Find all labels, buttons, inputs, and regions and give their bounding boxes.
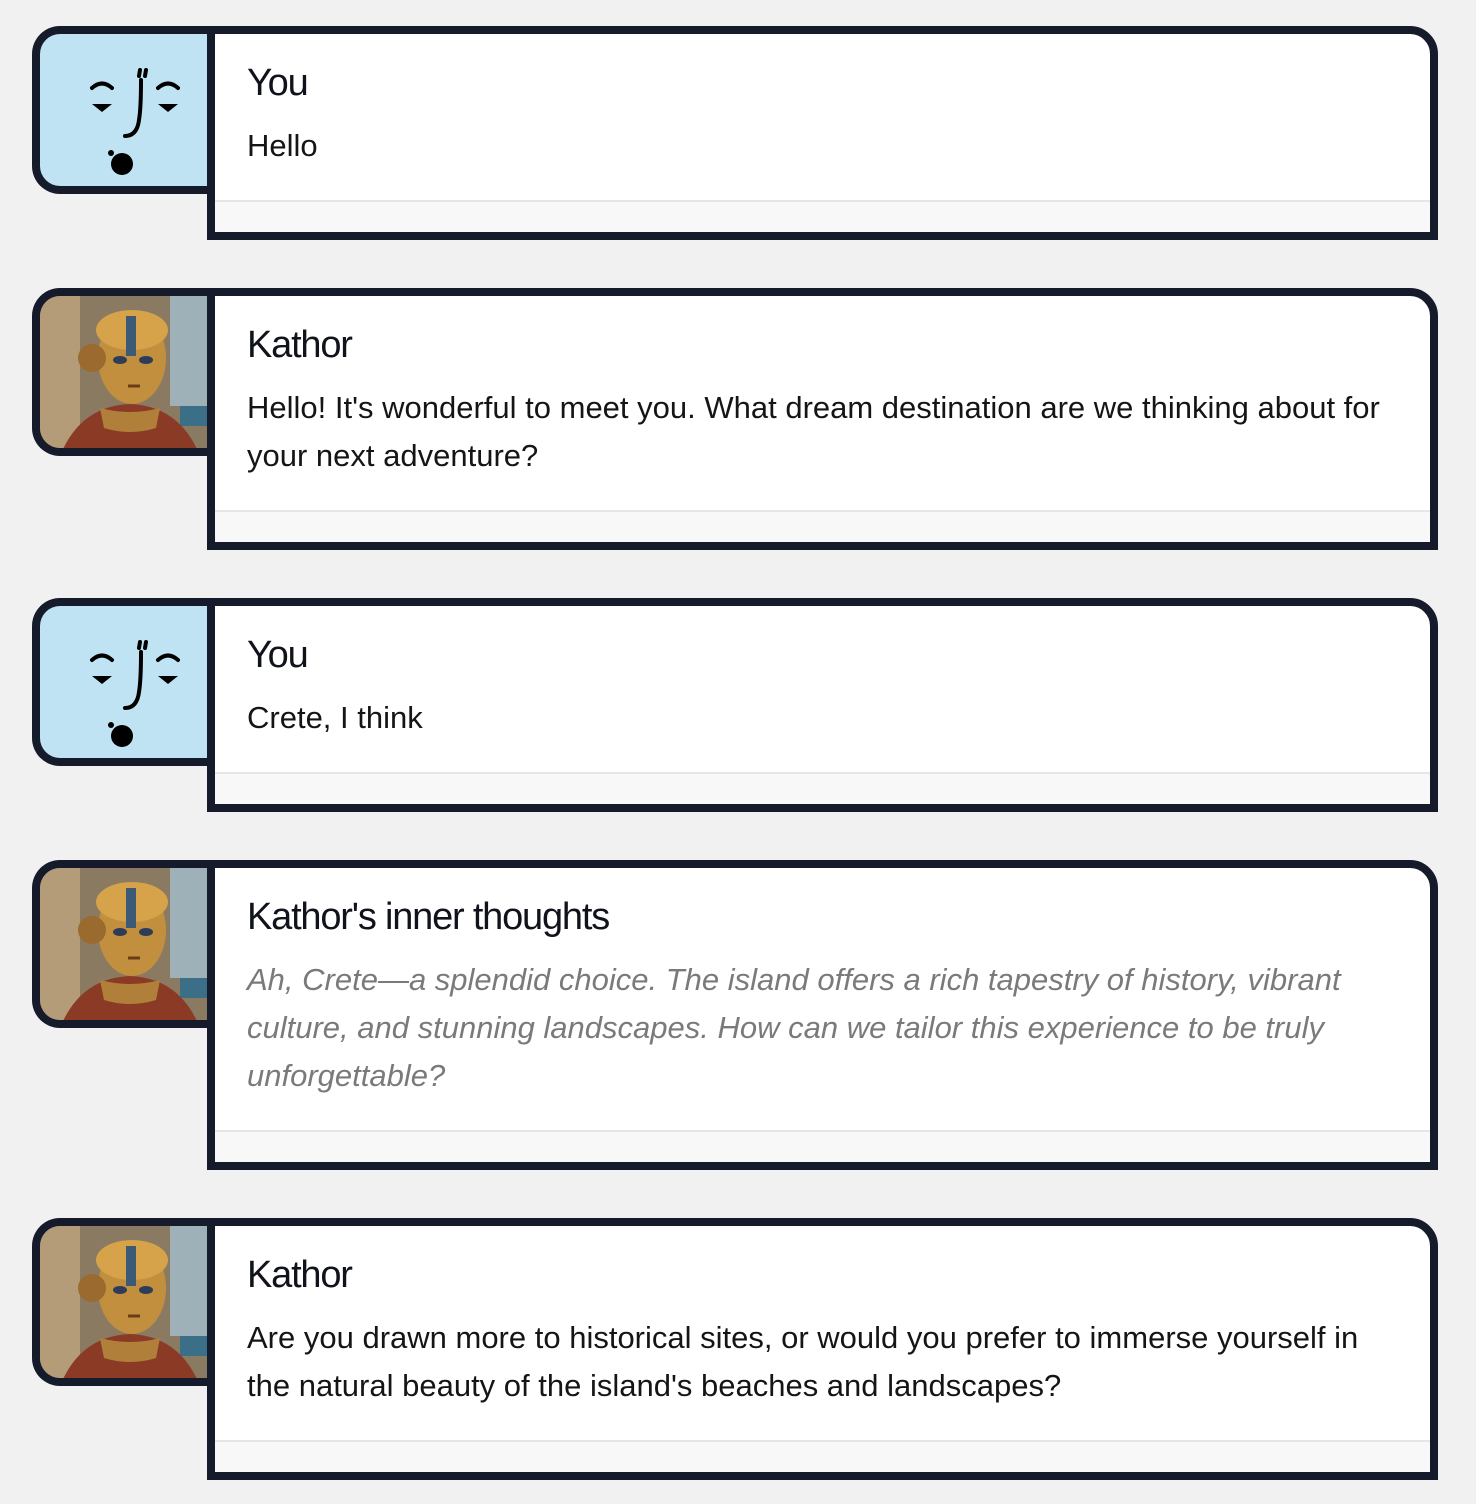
message-card: Kathor Are you drawn more to historical … xyxy=(207,1218,1438,1480)
user-avatar xyxy=(32,26,222,194)
user-avatar xyxy=(32,598,222,766)
message-footer xyxy=(215,1440,1430,1472)
chat-message: Kathor Hello! It's wonderful to meet you… xyxy=(32,288,1438,550)
chat-message: You Hello xyxy=(32,26,1438,240)
kathor-portrait xyxy=(40,296,222,448)
message-card: You Hello xyxy=(207,26,1438,240)
kathor-portrait xyxy=(40,1226,222,1378)
message-card: Kathor's inner thoughts Ah, Crete—a sple… xyxy=(207,860,1438,1170)
message-footer xyxy=(215,772,1430,804)
author-name: Kathor xyxy=(247,1254,353,1296)
author-name: Kathor xyxy=(247,324,353,366)
author-name: Kathor's inner thoughts xyxy=(247,896,610,938)
message-text: Hello! It's wonderful to meet you. What … xyxy=(247,390,1380,473)
author-name: You xyxy=(247,634,309,676)
kathor-portrait xyxy=(40,868,222,1020)
user-face-icon xyxy=(90,68,180,175)
message-text: Hello xyxy=(247,128,318,163)
message-footer xyxy=(215,1130,1430,1162)
message-text: Are you drawn more to historical sites, … xyxy=(247,1320,1359,1403)
chat-message: You Crete, I think xyxy=(32,598,1438,812)
message-text: Crete, I think xyxy=(247,700,423,735)
message-footer xyxy=(215,510,1430,542)
kathor-avatar xyxy=(32,1218,222,1386)
message-card: Kathor Hello! It's wonderful to meet you… xyxy=(207,288,1438,550)
chat-message: Kathor's inner thoughts Ah, Crete—a sple… xyxy=(32,860,1438,1170)
author-name: You xyxy=(247,62,309,104)
chat-message: Kathor Are you drawn more to historical … xyxy=(32,1218,1438,1480)
kathor-avatar xyxy=(32,860,222,1028)
message-footer xyxy=(215,200,1430,232)
kathor-avatar xyxy=(32,288,222,456)
user-face-icon xyxy=(90,640,180,747)
message-card: You Crete, I think xyxy=(207,598,1438,812)
message-text: Ah, Crete—a splendid choice. The island … xyxy=(247,962,1341,1093)
